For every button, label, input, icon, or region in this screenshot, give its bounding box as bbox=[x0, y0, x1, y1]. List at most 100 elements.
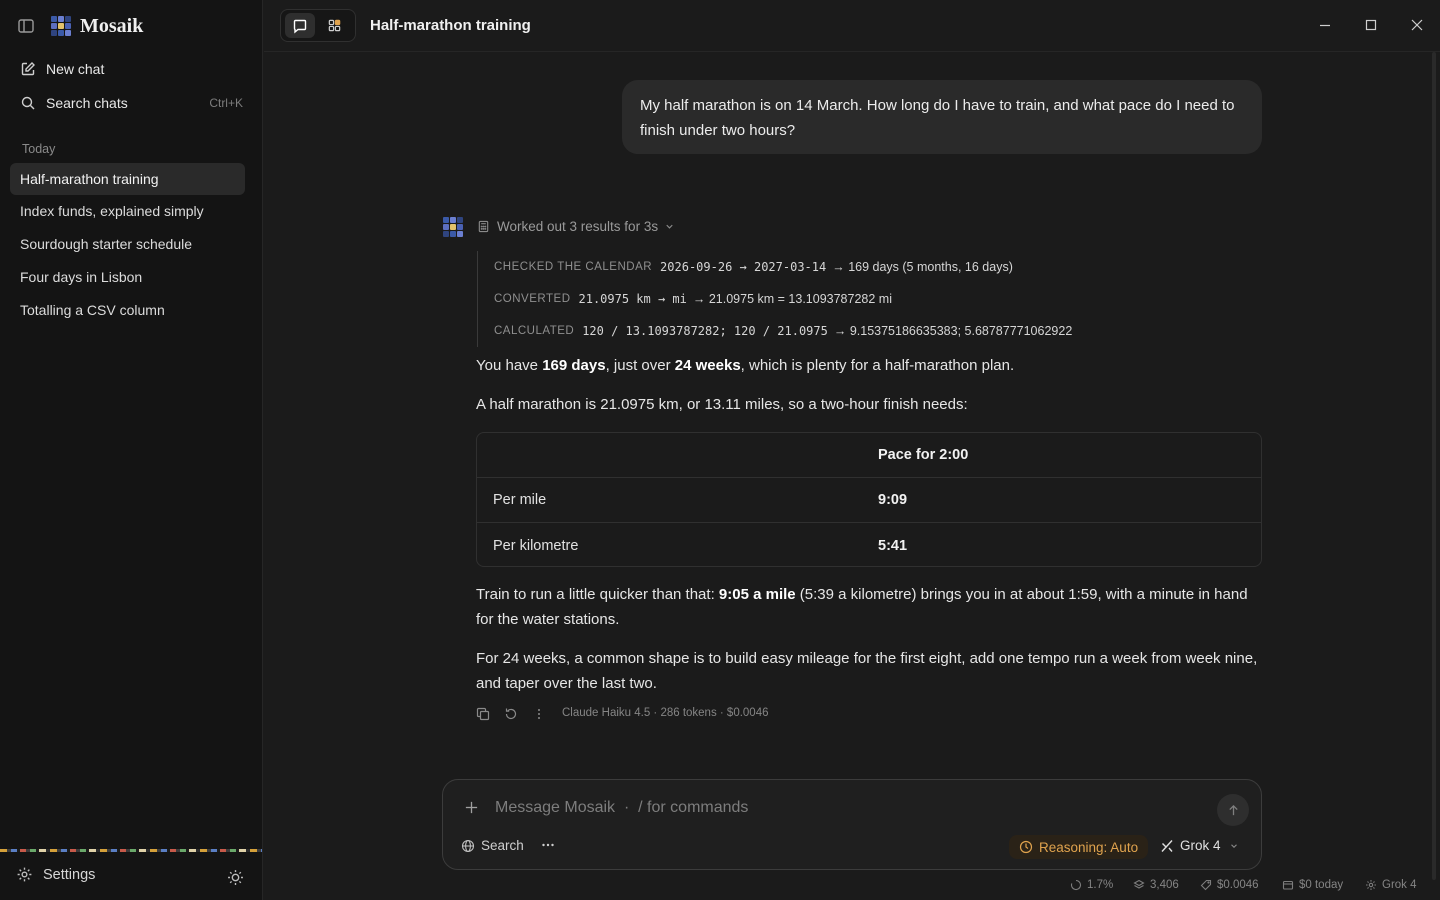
layers-icon bbox=[1133, 879, 1145, 891]
model-selector[interactable]: Grok 4 bbox=[1160, 838, 1239, 853]
answer-paragraph-2: A half marathon is 21.0975 km, or 13.11 … bbox=[476, 396, 968, 413]
table-cell: 9:09 bbox=[878, 492, 908, 508]
globe-icon bbox=[461, 839, 475, 853]
context-gauge-icon bbox=[1070, 879, 1082, 891]
grid-icon bbox=[328, 19, 340, 32]
status-cost: $0.0046 bbox=[1200, 879, 1259, 891]
cost-value: $0.0046 bbox=[1217, 879, 1259, 891]
plus-icon[interactable] bbox=[464, 800, 479, 815]
search-icon bbox=[20, 95, 36, 111]
composer: Search Reasoning: Auto Grok 4 bbox=[442, 779, 1262, 870]
reasoning-selector[interactable]: Reasoning: Auto bbox=[1009, 835, 1149, 859]
table-row: Per kilometre 5:41 bbox=[477, 523, 1261, 566]
tool-call-row: CHECKED THE CALENDAR 2026-09-26 → 2027-0… bbox=[494, 251, 1277, 283]
model-label: Grok 4 bbox=[1180, 838, 1221, 853]
tool-call-code: 2026-09-26 → 2027-03-14 bbox=[660, 260, 827, 274]
tool-call-label: CHECKED THE CALENDAR bbox=[494, 261, 653, 273]
answer-paragraph-4: For 24 weeks, a common shape is to build… bbox=[476, 650, 1258, 692]
status-model-value: Grok 4 bbox=[1382, 879, 1417, 891]
tag-icon bbox=[1200, 879, 1212, 891]
settings-button[interactable]: Settings bbox=[16, 866, 95, 883]
message-meta: Claude Haiku 4.5 · 286 tokens · $0.0046 bbox=[562, 707, 769, 719]
chat-view-button[interactable] bbox=[285, 13, 315, 38]
top-bar: Half-marathon training bbox=[264, 0, 1440, 52]
chat-item-sourdough[interactable]: Sourdough starter schedule bbox=[10, 228, 245, 260]
send-button[interactable] bbox=[1217, 794, 1249, 826]
sidebar-toggle-icon[interactable] bbox=[17, 17, 35, 35]
edit-icon bbox=[20, 61, 36, 77]
chat-item-lisbon[interactable]: Four days in Lisbon bbox=[10, 261, 245, 293]
close-icon[interactable] bbox=[1409, 17, 1425, 33]
view-mode-toggle bbox=[280, 9, 356, 42]
search-chats-label: Search chats bbox=[46, 95, 128, 111]
mosaik-logo-icon bbox=[50, 15, 72, 37]
table-cell: Per mile bbox=[493, 492, 547, 508]
tool-call-row: CONVERTED 21.0975 km → mi → 21.0975 km =… bbox=[494, 283, 1277, 315]
web-search-button[interactable]: Search bbox=[461, 838, 524, 853]
chat-item-csv[interactable]: Totalling a CSV column bbox=[10, 294, 245, 326]
tool-call-log: CHECKED THE CALENDAR 2026-09-26 → 2027-0… bbox=[477, 251, 1277, 347]
chevron-down-icon bbox=[664, 221, 675, 232]
weeks-highlight: 24 weeks bbox=[674, 357, 741, 374]
chat-item-half-marathon[interactable]: Half-marathon training bbox=[10, 163, 245, 195]
message-input[interactable] bbox=[495, 796, 1195, 820]
mosaic-stripe bbox=[0, 849, 262, 852]
sun-icon[interactable] bbox=[227, 869, 244, 886]
table-header-row: Pace for 2:00 bbox=[477, 433, 1261, 478]
gear-icon bbox=[16, 866, 33, 883]
chat-item-index-funds[interactable]: Index funds, explained simply bbox=[10, 195, 245, 227]
sidebar: Mosaik New chat Search chats Ctrl+K Toda… bbox=[0, 0, 263, 900]
status-model: Grok 4 bbox=[1365, 879, 1417, 891]
tool-call-result: → 169 days (5 months, 16 days) bbox=[832, 260, 1013, 274]
table-row: Per mile 9:09 bbox=[477, 478, 1261, 523]
chevron-down-icon bbox=[1229, 841, 1239, 851]
web-search-label: Search bbox=[481, 838, 524, 853]
text-span: , just over bbox=[605, 357, 675, 374]
more-vertical-icon[interactable] bbox=[532, 707, 546, 721]
answer-paragraph-1: You have 169 days, just over 24 weeks, w… bbox=[476, 353, 1266, 378]
model-gear-icon bbox=[1365, 879, 1377, 891]
pace-highlight: 9:05 a mile bbox=[718, 586, 796, 603]
new-chat-button[interactable]: New chat bbox=[10, 54, 253, 84]
sidebar-header: Mosaik bbox=[0, 0, 263, 52]
assistant-avatar bbox=[442, 216, 464, 238]
user-message: My half marathon is on 14 March. How lon… bbox=[622, 80, 1262, 154]
tool-call-code: 120 / 13.1093787282; 120 / 21.0975 bbox=[582, 324, 828, 338]
pace-table: Pace for 2:00 Per mile 9:09 Per kilometr… bbox=[476, 432, 1262, 567]
search-chats-button[interactable]: Search chats Ctrl+K bbox=[10, 88, 253, 118]
canvas-view-button[interactable] bbox=[319, 13, 349, 38]
tool-call-label: CONVERTED bbox=[494, 293, 571, 305]
tool-call-code: 21.0975 km → mi bbox=[578, 292, 687, 306]
table-header-cell: Pace for 2:00 bbox=[878, 447, 969, 463]
tool-call-row: CALCULATED 120 / 13.1093787282; 120 / 21… bbox=[494, 315, 1277, 347]
message-actions bbox=[476, 707, 560, 721]
app-name: Mosaik bbox=[80, 15, 144, 37]
context-value: 1.7% bbox=[1087, 879, 1114, 891]
chat-bubble-icon bbox=[293, 19, 307, 33]
calculator-icon bbox=[477, 220, 490, 233]
more-horizontal-icon[interactable] bbox=[540, 837, 556, 853]
page-title: Half-marathon training bbox=[370, 17, 531, 34]
regenerate-icon[interactable] bbox=[504, 707, 518, 721]
brain-icon bbox=[1019, 840, 1033, 854]
maximize-icon[interactable] bbox=[1363, 17, 1379, 33]
tokens-value: 3,406 bbox=[1150, 879, 1179, 891]
text-span: You have bbox=[476, 357, 543, 374]
new-chat-label: New chat bbox=[46, 61, 105, 77]
scrollbar[interactable] bbox=[1432, 52, 1436, 880]
reasoning-label: Reasoning: Auto bbox=[1039, 839, 1139, 855]
status-today: $0 today bbox=[1282, 879, 1343, 891]
table-cell: Per kilometre bbox=[493, 537, 579, 554]
tool-call-label: CALCULATED bbox=[494, 325, 575, 337]
worked-summary-toggle[interactable]: Worked out 3 results for 3s bbox=[477, 219, 675, 234]
minimize-icon[interactable] bbox=[1317, 17, 1333, 33]
worked-summary-label: Worked out 3 results for 3s bbox=[497, 219, 659, 234]
tool-call-result: → 9.15375186635383; 5.68787771062922 bbox=[833, 324, 1073, 338]
tool-call-result: → 21.0975 km = 13.1093787282 mi bbox=[692, 292, 892, 306]
copy-icon[interactable] bbox=[476, 707, 490, 721]
answer-paragraph-3: Train to run a little quicker than that:… bbox=[476, 582, 1266, 632]
wallet-icon bbox=[1282, 879, 1294, 891]
table-cell: 5:41 bbox=[878, 537, 908, 554]
text-span: Train to run a little quicker than that: bbox=[476, 586, 719, 603]
status-tokens: 3,406 bbox=[1133, 879, 1179, 891]
